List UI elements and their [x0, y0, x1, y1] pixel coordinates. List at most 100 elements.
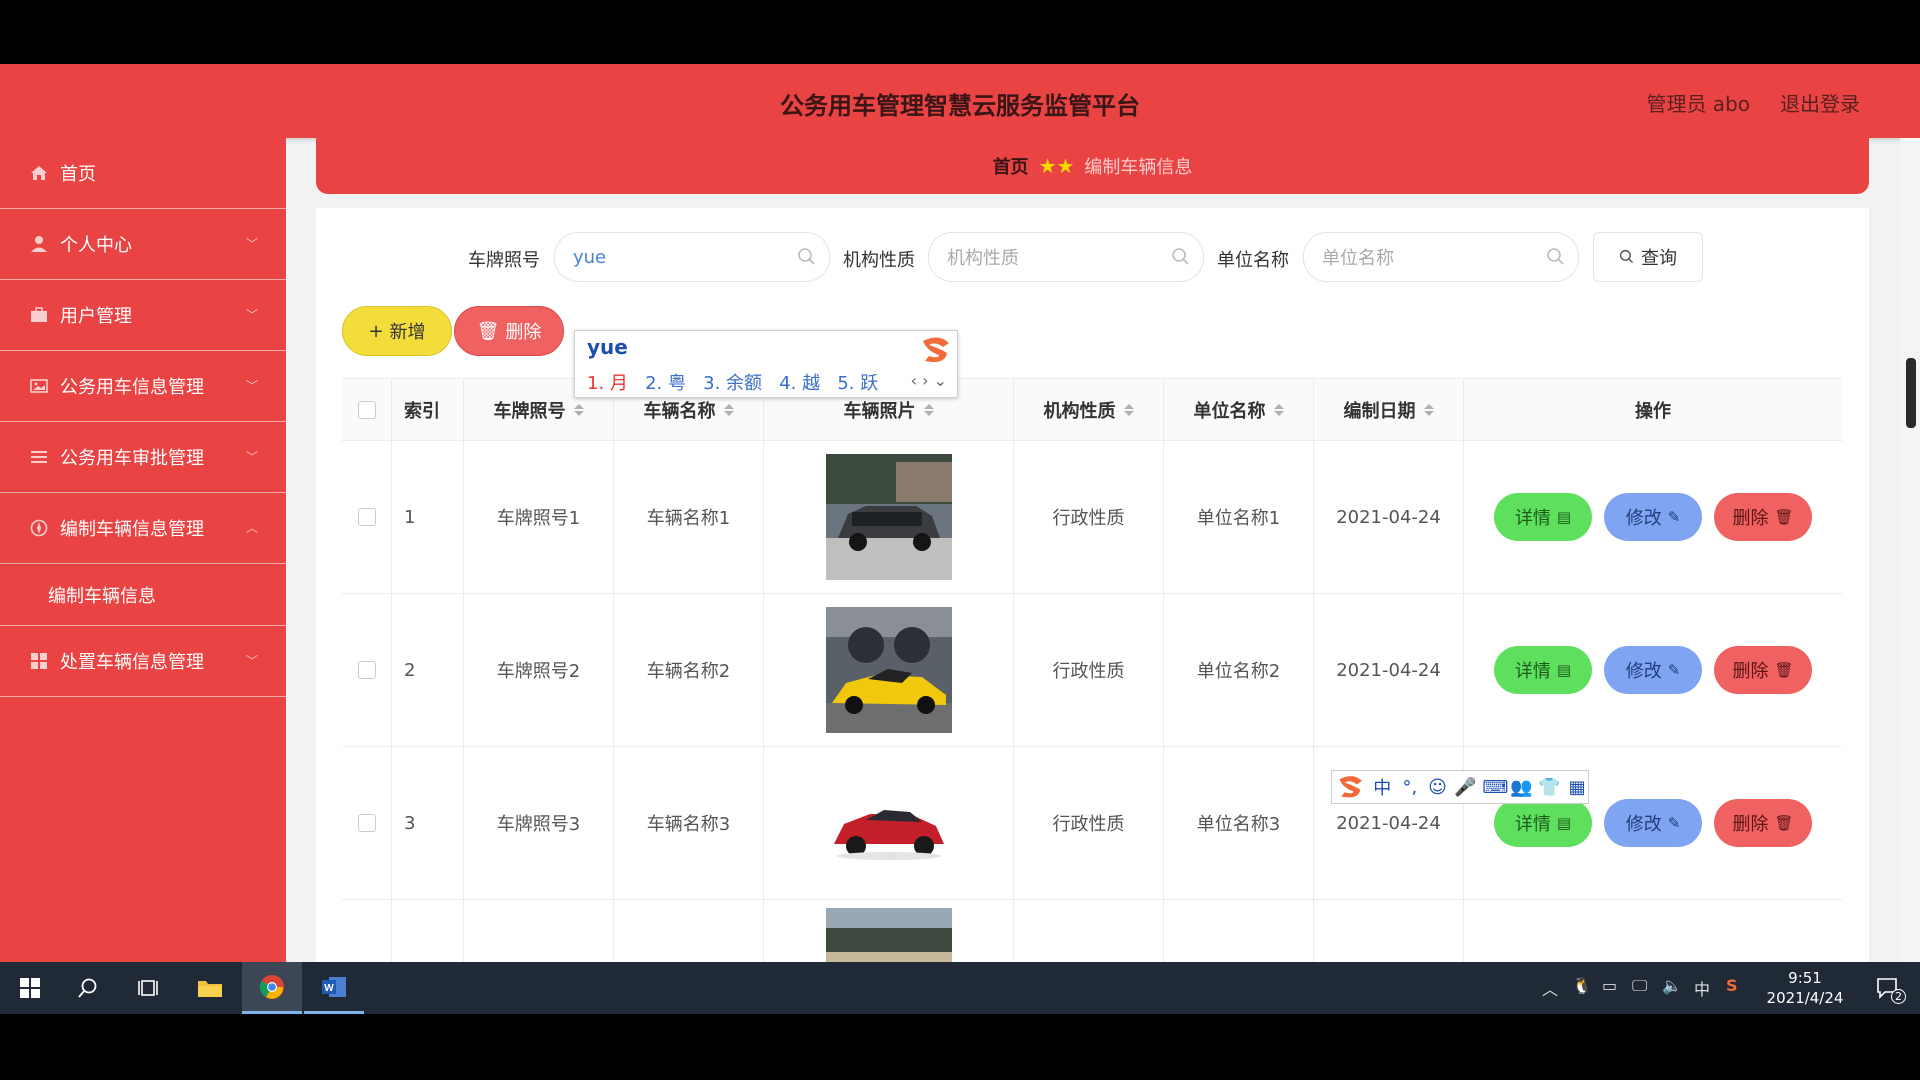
delete-button[interactable]: 删除 🗑 [1714, 799, 1812, 847]
task-view-button[interactable] [118, 962, 178, 1014]
cell-plate: 车牌照号3 [464, 747, 614, 899]
chevron-down-icon: ﹀ [246, 308, 259, 322]
add-button[interactable]: + 新增 [342, 306, 452, 356]
chevron-down-icon: ﹀ [246, 379, 259, 393]
table-row: 3 车牌照号3 车辆名称3 行政性质 单位名称3 2021-04-24 详情 ▤ … [342, 747, 1842, 900]
microphone-icon[interactable]: 🎤 [1454, 777, 1476, 798]
tray-overflow-icon[interactable]: ︿ [1542, 976, 1558, 1000]
word-button[interactable]: W [304, 962, 364, 1014]
batch-delete-button[interactable]: 🗑 删除 [454, 306, 564, 356]
detail-button[interactable]: 详情 ▤ [1494, 799, 1592, 847]
toolbox-icon[interactable]: ▦ [1566, 777, 1588, 798]
delete-label: 删除 [1732, 661, 1769, 682]
cell-photo [764, 441, 1014, 593]
row-checkbox-cell [342, 900, 392, 962]
delete-label: 删除 [1732, 508, 1769, 529]
edit-label: 修改 [1625, 661, 1662, 682]
org-label: 机构性质 [843, 250, 915, 271]
scrollbar-thumb[interactable] [1906, 358, 1916, 428]
edit-button[interactable]: 修改 ✎ [1604, 493, 1702, 541]
ime-candidate[interactable]: 4. 越 [779, 373, 820, 394]
ime-candidate[interactable]: 3. 余额 [703, 373, 762, 394]
logout-link[interactable]: 退出登录 [1780, 88, 1860, 117]
sidebar-item-label: 编制车辆信息管理 [60, 519, 204, 540]
battery-icon[interactable]: ▭ [1602, 976, 1617, 995]
header-org[interactable]: 机构性质 [1014, 379, 1164, 440]
sidebar-item-official-car-info[interactable]: 公务用车信息管理 ﹀ [0, 351, 286, 422]
network-icon[interactable]: 🖵 [1632, 976, 1647, 996]
action-center-button[interactable]: 2 [1858, 962, 1918, 1014]
chrome-button[interactable] [242, 962, 302, 1014]
punctuation-toggle[interactable]: °, [1399, 777, 1421, 798]
plate-search-input[interactable]: yue [554, 232, 830, 282]
car-photo[interactable] [825, 760, 952, 886]
sidebar-subitem-staffed-vehicle-info[interactable]: 编制车辆信息 [0, 564, 286, 626]
search-icon [1172, 248, 1189, 265]
breadcrumb-home[interactable]: 首页 [993, 153, 1029, 179]
start-button[interactable] [0, 962, 60, 1014]
sidebar-item-disposal-vehicle-management[interactable]: 处置车辆信息管理 ﹀ [0, 626, 286, 697]
sidebar-item-user-management[interactable]: 用户管理 ﹀ [0, 280, 286, 351]
ime-candidate[interactable]: 2. 粤 [645, 373, 686, 394]
edit-button[interactable]: 修改 ✎ [1604, 646, 1702, 694]
qq-icon[interactable]: 🐧 [1572, 976, 1592, 995]
emoji-icon[interactable]: ☺ [1427, 777, 1449, 798]
detail-label: 详情 [1514, 508, 1551, 529]
car-photo[interactable] [825, 607, 952, 733]
clock[interactable]: 9:51 2021/4/24 [1750, 968, 1860, 1008]
notification-count: 2 [1891, 989, 1906, 1004]
pencil-icon: ✎ [1667, 508, 1681, 526]
row-checkbox-cell [342, 441, 392, 593]
cell-photo [764, 594, 1014, 746]
row-checkbox[interactable] [357, 508, 376, 526]
select-all-checkbox[interactable] [357, 400, 376, 419]
delete-button[interactable]: 删除 🗑 [1714, 646, 1812, 694]
org-search-input[interactable]: 机构性质 [928, 232, 1204, 282]
row-checkbox[interactable] [357, 814, 376, 832]
cell-name [614, 900, 764, 962]
cell-org: 行政性质 [1014, 747, 1164, 899]
header-unit[interactable]: 单位名称 [1164, 379, 1314, 440]
picture-icon [28, 375, 50, 397]
cell-name: 车辆名称1 [614, 441, 764, 593]
ime-indicator[interactable]: 中 [1694, 976, 1710, 1000]
row-checkbox[interactable] [357, 661, 376, 679]
grid-icon [28, 650, 50, 672]
car-photo[interactable] [825, 908, 952, 962]
sogou-tray-icon[interactable]: S [1726, 976, 1738, 995]
header-date[interactable]: 编制日期 [1314, 379, 1464, 440]
sidebar-item-home[interactable]: 首页 [0, 138, 286, 209]
cell-photo [764, 900, 1014, 962]
file-explorer-button[interactable] [180, 962, 240, 1014]
page-scrollbar[interactable] [1900, 138, 1920, 962]
unit-search-input[interactable]: 单位名称 [1303, 232, 1579, 282]
trash-icon: 🗑 [1774, 814, 1794, 832]
keyboard-icon[interactable]: ⌨ [1482, 777, 1508, 798]
sort-icon [573, 403, 584, 416]
document-icon: ▤ [1556, 508, 1572, 526]
detail-button[interactable]: 详情 ▤ [1494, 646, 1592, 694]
delete-button[interactable]: 删除 🗑 [1714, 493, 1812, 541]
detail-button[interactable]: 详情 ▤ [1494, 493, 1592, 541]
ime-candidate[interactable]: 1. 月 [587, 373, 628, 394]
taskbar-search-button[interactable] [58, 962, 118, 1014]
query-button[interactable]: 查询 [1593, 232, 1703, 282]
ime-candidate[interactable]: 5. 跃 [837, 373, 878, 394]
volume-icon[interactable]: 🔈 [1662, 976, 1682, 995]
ime-mode-toggle[interactable]: 中 [1371, 774, 1393, 800]
sidebar-item-official-car-approval[interactable]: 公务用车审批管理 ﹀ [0, 422, 286, 493]
edit-button[interactable]: 修改 ✎ [1604, 799, 1702, 847]
ime-page-nav[interactable]: ‹ › ⌄ [911, 371, 947, 390]
cell-org: 行政性质 [1014, 441, 1164, 593]
sidebar-item-personal-center[interactable]: 个人中心 ﹀ [0, 209, 286, 280]
pencil-icon: ✎ [1667, 661, 1681, 679]
ime-composition: yue [587, 335, 628, 359]
car-photo[interactable] [825, 454, 952, 580]
skin-icon[interactable]: 👕 [1538, 777, 1560, 798]
users-icon[interactable]: 👥 [1510, 777, 1532, 798]
sidebar-item-label: 用户管理 [60, 306, 132, 327]
cell-date: 2021-04-24 [1314, 441, 1464, 593]
word-icon: W [322, 976, 346, 997]
ime-candidate-popup: yue 1. 月 2. 粤 3. 余额 4. 越 5. 跃 ‹ › ⌄ [574, 330, 958, 398]
sidebar-item-staffed-vehicle-management[interactable]: 编制车辆信息管理 ︿ [0, 493, 286, 564]
